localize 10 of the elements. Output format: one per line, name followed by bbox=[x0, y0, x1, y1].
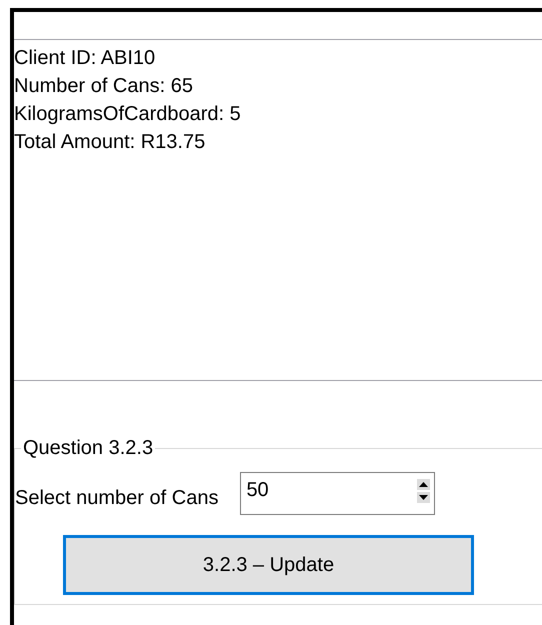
output-line: Client ID: ABI10 bbox=[14, 46, 156, 71]
spin-down-icon[interactable] bbox=[417, 492, 430, 503]
field-label: Select number of Cans bbox=[15, 486, 218, 510]
spin-up-icon[interactable] bbox=[417, 479, 430, 490]
output-line: Total Amount: R13.75 bbox=[14, 130, 206, 155]
output-line: Number of Cans: 65 bbox=[14, 74, 194, 99]
number-spinner[interactable]: 50 bbox=[240, 472, 436, 515]
output-line: KilogramsOfCardboard: 5 bbox=[14, 102, 242, 127]
update-button[interactable]: 3.2.3 – Update bbox=[63, 535, 474, 595]
group-title: Question 3.2.3 bbox=[22, 437, 154, 460]
